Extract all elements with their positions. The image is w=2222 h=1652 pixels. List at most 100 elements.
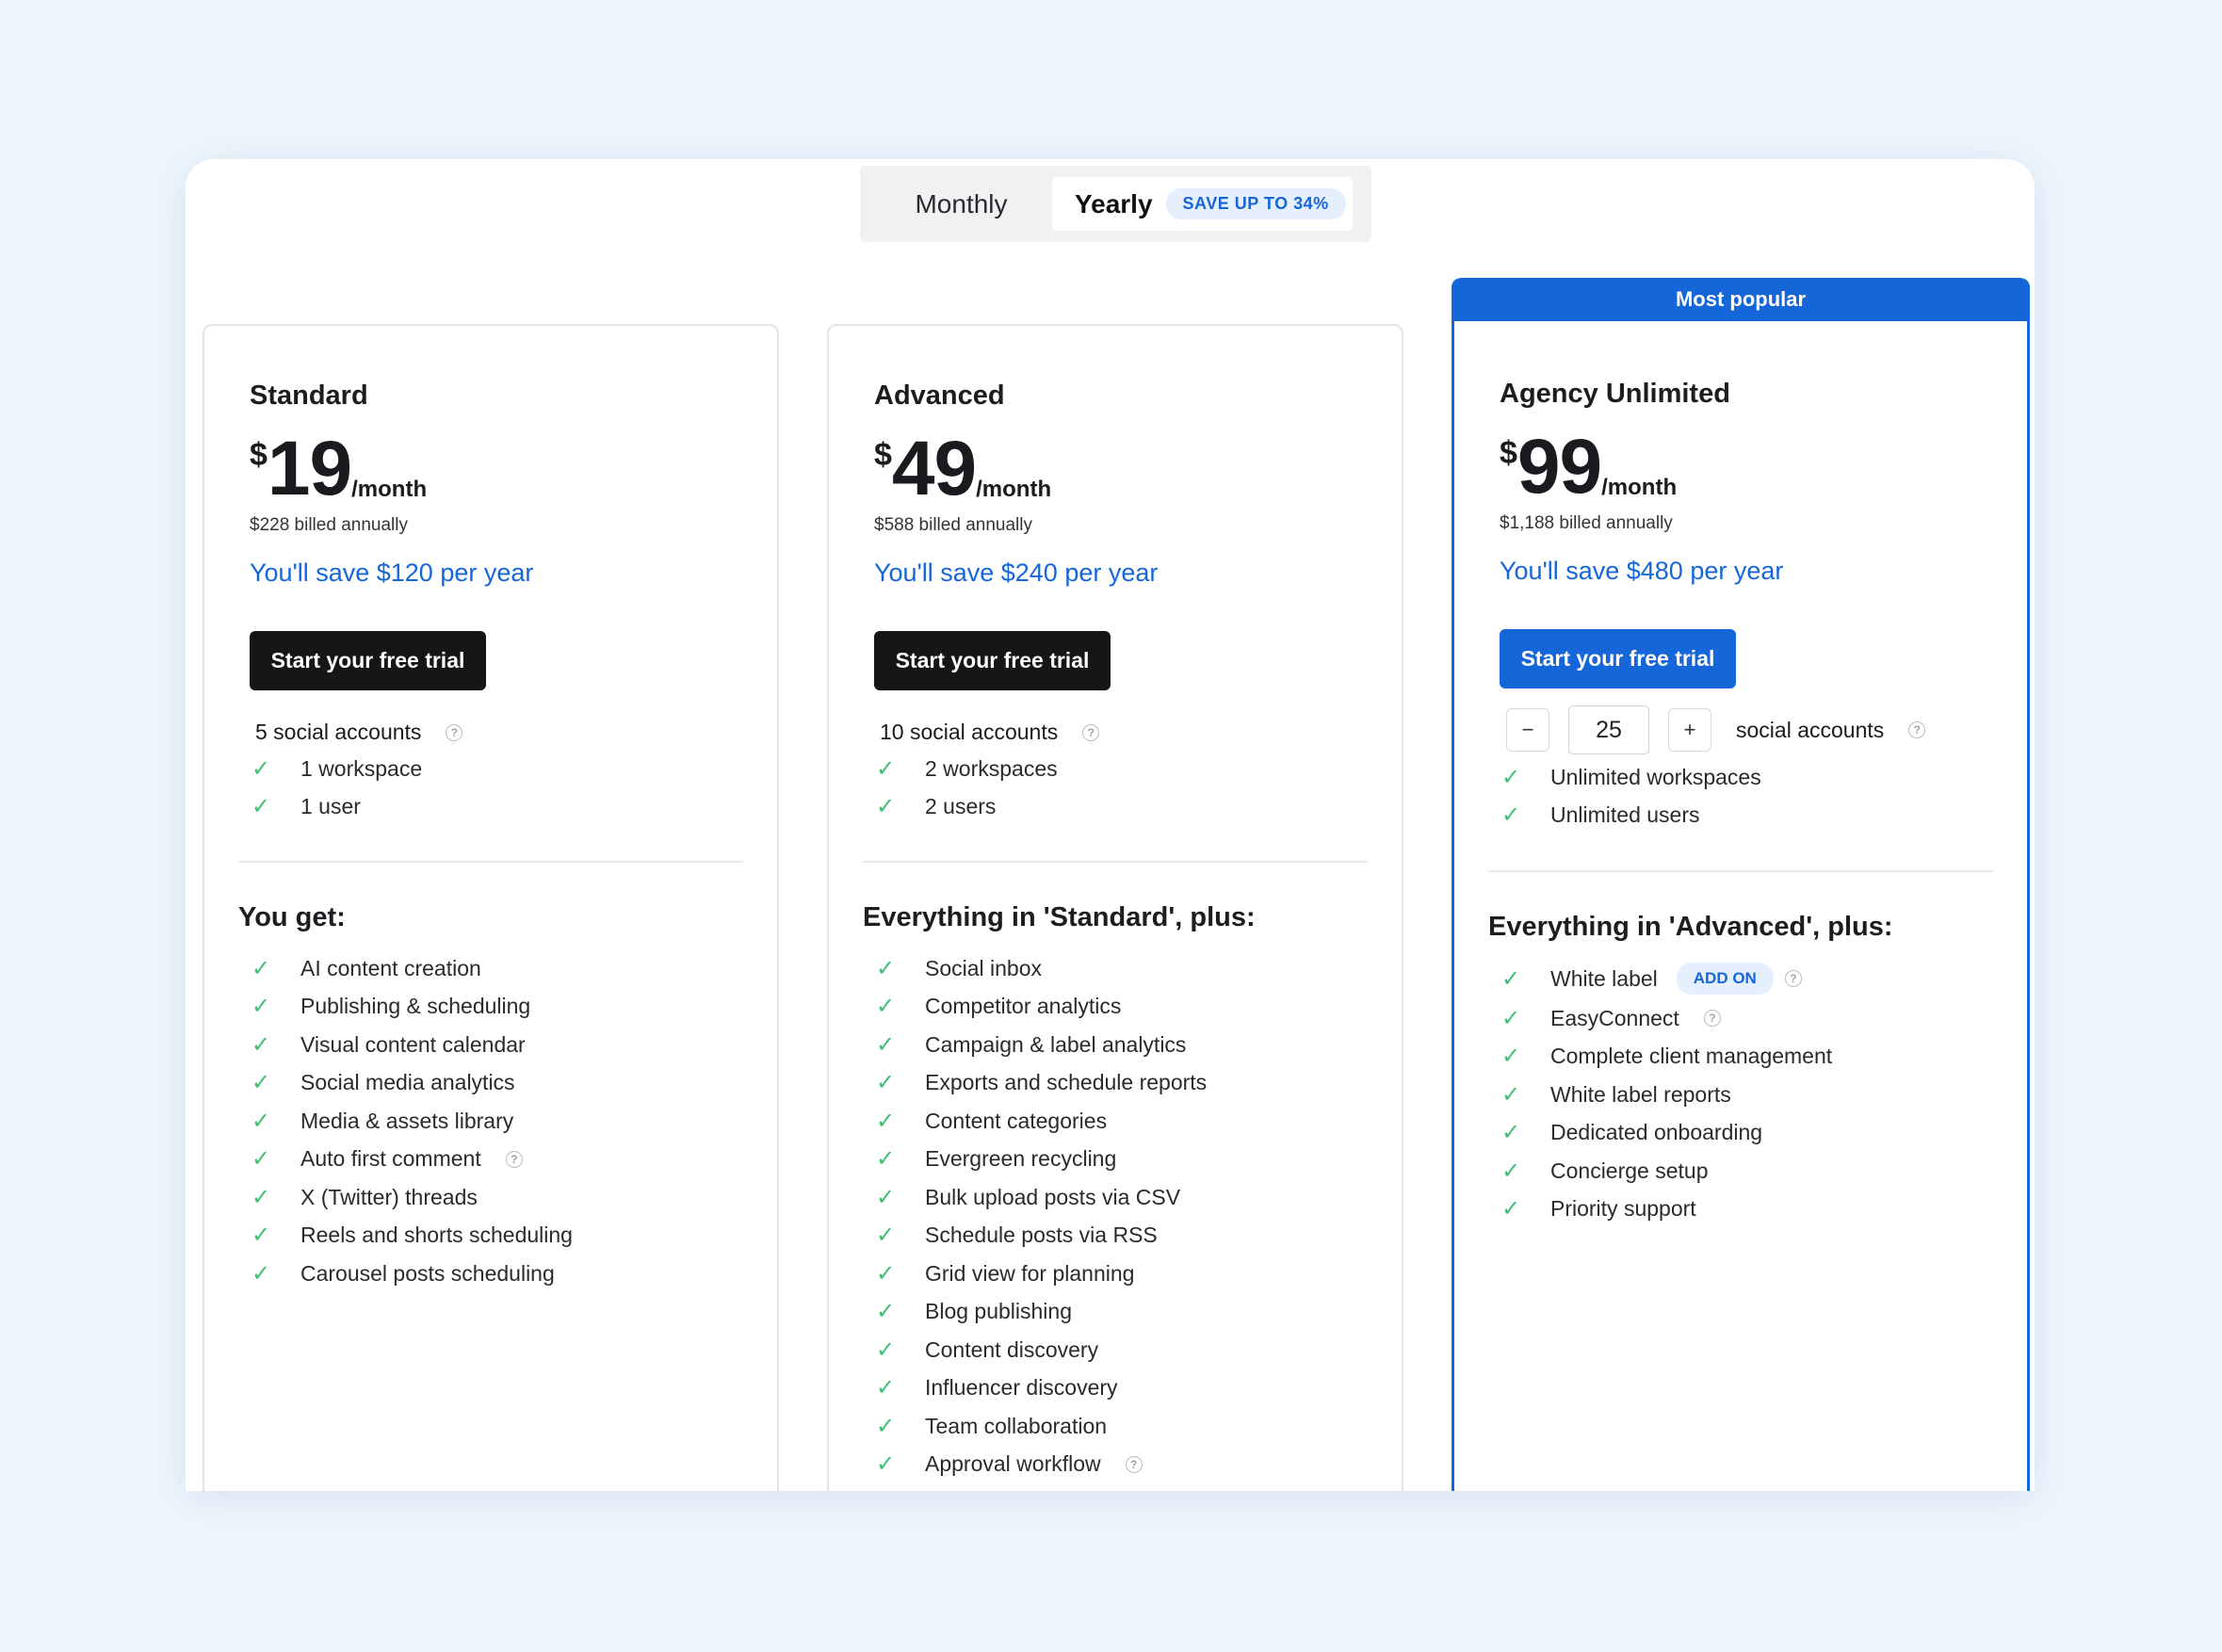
feature-list: ✓ White label ADD ON? ✓ EasyConnect? ✓ Compl… xyxy=(1500,958,1832,1228)
check-icon: ✓ xyxy=(876,1451,896,1478)
savings-text: You'll save $120 per year xyxy=(250,559,534,587)
check-icon: ✓ xyxy=(251,1146,271,1173)
list-item: ✓ 2 workspaces xyxy=(876,755,1058,782)
feature-list: ✓ Social inbox ✓ Competitor analytics ✓ Cam… xyxy=(874,949,1207,1483)
list-item: ✓ Priority support xyxy=(1501,1196,1696,1223)
list-item: ✓ Exports and schedule reports xyxy=(876,1070,1208,1096)
check-icon: ✓ xyxy=(1501,764,1521,790)
check-icon: ✓ xyxy=(876,1070,896,1096)
list-item: ✓ X (Twitter) threads xyxy=(251,1184,478,1210)
price-amount: 99 xyxy=(1516,424,1602,510)
list-item: ✓ Reels and shorts scheduling xyxy=(251,1223,573,1249)
info-icon[interactable]: ? xyxy=(505,1150,523,1168)
check-icon: ✓ xyxy=(1501,802,1521,829)
list-item: ✓ Blog publishing xyxy=(876,1299,1073,1325)
list-item: ✓ 1 workspace xyxy=(251,755,423,782)
start-trial-button[interactable]: Start your free trial xyxy=(1500,629,1736,688)
start-trial-button[interactable]: Start your free trial xyxy=(874,631,1111,690)
list-item: ✓ Evergreen recycling xyxy=(876,1146,1117,1173)
feature-list: ✓ AI content creation ✓ Publishing & sched… xyxy=(250,949,573,1293)
most-popular-banner: Most popular xyxy=(1454,278,2027,321)
list-item: ✓ Influencer discovery xyxy=(876,1375,1118,1401)
check-icon: ✓ xyxy=(1501,1196,1521,1223)
info-icon[interactable]: ? xyxy=(1908,721,1926,738)
list-item: ✓ White label ADD ON? xyxy=(1500,958,1832,999)
check-icon: ✓ xyxy=(251,1108,271,1134)
plan-card-agency-unlimited: Most popular Agency Unlimited $ 99 /mont… xyxy=(1452,278,2030,1491)
social-accounts: 10 social accounts ? xyxy=(880,720,1100,745)
price-amount: 19 xyxy=(267,426,352,511)
social-accounts-stepper: − + social accounts ? xyxy=(1506,705,1926,754)
check-icon: ✓ xyxy=(1501,1081,1521,1108)
info-icon[interactable]: ? xyxy=(1703,1010,1721,1028)
check-icon: ✓ xyxy=(251,794,271,820)
list-item: ✓ Unlimited users xyxy=(1501,802,1700,829)
list-item: ✓ Social inbox xyxy=(876,955,1043,981)
info-icon[interactable]: ? xyxy=(1082,723,1100,741)
savings-text: You'll save $240 per year xyxy=(874,559,1159,587)
info-icon[interactable]: ? xyxy=(1784,970,1802,987)
check-icon: ✓ xyxy=(251,1070,271,1096)
check-icon: ✓ xyxy=(876,955,896,981)
check-icon: ✓ xyxy=(1501,1005,1521,1031)
info-icon[interactable]: ? xyxy=(1125,1455,1143,1473)
check-icon: ✓ xyxy=(876,1336,896,1363)
check-icon: ✓ xyxy=(251,994,271,1020)
start-trial-button[interactable]: Start your free trial xyxy=(250,631,486,690)
currency-symbol: $ xyxy=(1500,435,1517,471)
price-amount: 49 xyxy=(891,426,977,511)
check-icon: ✓ xyxy=(251,1031,271,1058)
divider xyxy=(238,861,743,863)
check-icon: ✓ xyxy=(876,1108,896,1134)
list-item: ✓ Publishing & scheduling xyxy=(251,994,531,1020)
list-item: ✓ Schedule posts via RSS xyxy=(876,1223,1158,1249)
billed-annually: $588 billed annually xyxy=(874,515,1032,535)
list-item: ✓ AI content creation xyxy=(251,955,481,981)
check-icon: ✓ xyxy=(1501,1120,1521,1146)
list-item: ✓ Carousel posts scheduling xyxy=(251,1260,555,1287)
monthly-option[interactable]: Monthly xyxy=(879,177,1044,231)
yearly-label: Yearly xyxy=(1075,188,1153,219)
list-item: ✓ Campaign & label analytics xyxy=(876,1031,1187,1058)
plan-basics: ✓ 2 workspaces ✓ 2 users xyxy=(874,750,1058,826)
check-icon: ✓ xyxy=(251,1184,271,1210)
check-icon: ✓ xyxy=(1501,1044,1521,1070)
plan-name: Advanced xyxy=(874,381,1005,411)
check-icon: ✓ xyxy=(1501,1158,1521,1184)
social-accounts-label: 5 social accounts xyxy=(255,720,422,744)
increment-button[interactable]: + xyxy=(1668,708,1711,752)
plan-price: $ 99 /month xyxy=(1500,424,1677,510)
check-icon: ✓ xyxy=(876,755,896,782)
billing-toggle: Monthly Yearly SAVE UP TO 34% xyxy=(860,166,1371,242)
list-item: ✓ Concierge setup xyxy=(1501,1158,1709,1184)
list-item: ✓ White label reports xyxy=(1501,1081,1731,1108)
check-icon: ✓ xyxy=(251,1260,271,1287)
list-item: ✓ 1 user xyxy=(251,794,361,820)
social-accounts-label: social accounts xyxy=(1736,717,1885,742)
accounts-quantity-input[interactable] xyxy=(1568,705,1649,754)
plan-name: Agency Unlimited xyxy=(1500,379,1730,409)
social-accounts-label: 10 social accounts xyxy=(880,720,1059,744)
check-icon: ✓ xyxy=(876,1184,896,1210)
list-item: ✓ Dedicated onboarding xyxy=(1501,1120,1763,1146)
list-item: ✓ Grid view for planning xyxy=(876,1260,1135,1287)
yearly-option[interactable]: Yearly SAVE UP TO 34% xyxy=(1052,177,1353,231)
plan-price: $ 19 /month xyxy=(250,426,427,511)
decrement-button[interactable]: − xyxy=(1506,708,1549,752)
social-accounts: 5 social accounts ? xyxy=(255,720,463,745)
list-item: ✓ Bulk upload posts via CSV xyxy=(876,1184,1181,1210)
list-item: ✓ Visual content calendar xyxy=(251,1031,526,1058)
info-icon[interactable]: ? xyxy=(446,723,463,741)
check-icon: ✓ xyxy=(876,1299,896,1325)
plan-card-standard: Standard $ 19 /month $228 billed annuall… xyxy=(203,324,779,1491)
list-item: ✓ Competitor analytics xyxy=(876,994,1122,1020)
list-item: ✓ 2 users xyxy=(876,794,997,820)
list-item: ✓ Unlimited workspaces xyxy=(1501,764,1761,790)
check-icon: ✓ xyxy=(876,1260,896,1287)
savings-text: You'll save $480 per year xyxy=(1500,557,1784,585)
list-item: ✓ Approval workflow? xyxy=(874,1446,1207,1484)
check-icon: ✓ xyxy=(1501,965,1521,992)
list-item: ✓ Social media analytics xyxy=(251,1070,515,1096)
list-item: ✓ EasyConnect? xyxy=(1500,999,1832,1038)
pricing-panel: Monthly Yearly SAVE UP TO 34% Standard $… xyxy=(186,159,2035,1491)
